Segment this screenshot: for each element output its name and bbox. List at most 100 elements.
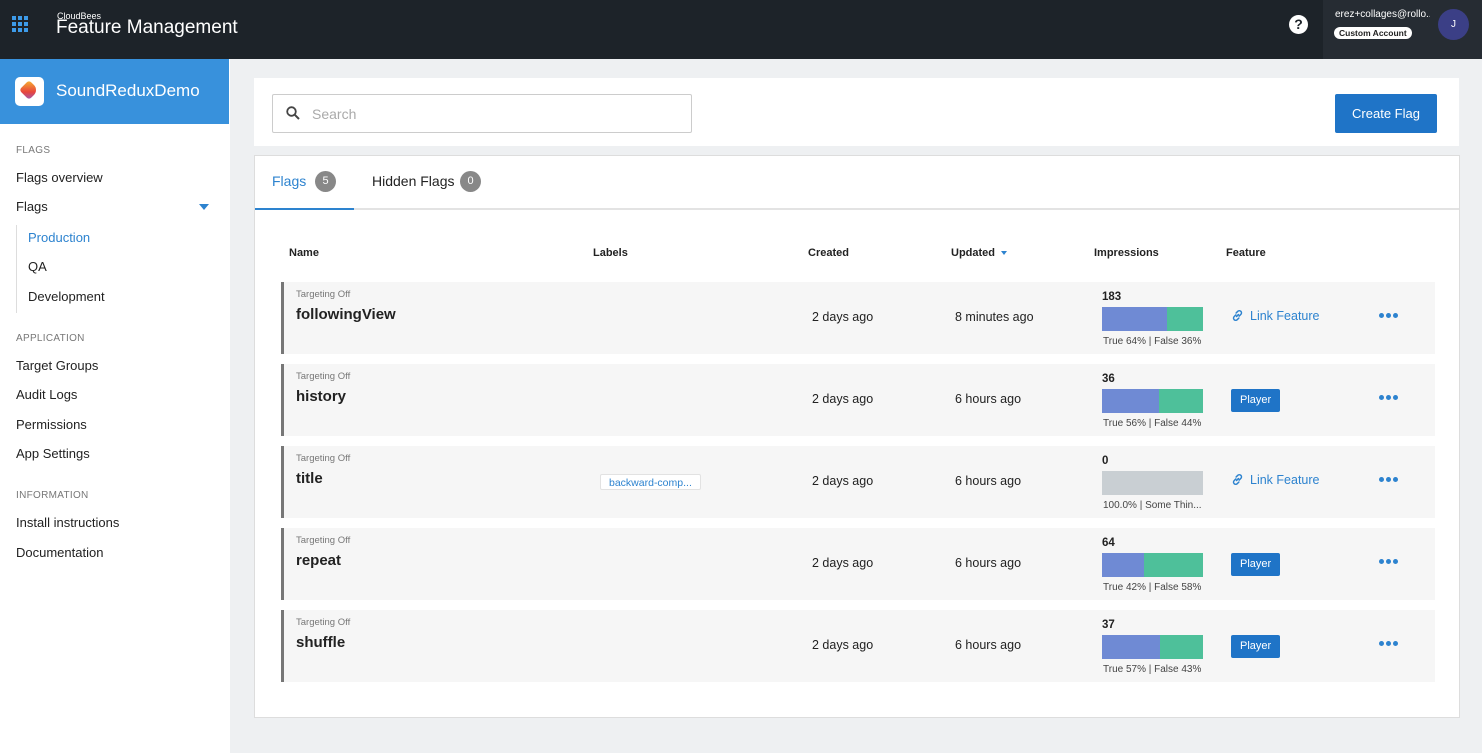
- active-tab-indicator: [255, 208, 354, 210]
- search-icon: [286, 106, 300, 120]
- impressions-count: 183: [1102, 291, 1122, 303]
- link-feature-button[interactable]: Link Feature: [1231, 473, 1319, 487]
- app-switcher-grid-icon[interactable]: [12, 16, 28, 32]
- impressions-breakdown: True 42% | False 58%: [1103, 582, 1202, 593]
- impressions-bar: [1102, 553, 1203, 577]
- created-date: 2 days ago: [812, 474, 874, 488]
- created-date: 2 days ago: [812, 638, 874, 652]
- sidebar-item-target-groups[interactable]: Target Groups: [16, 358, 98, 373]
- impressions-bar: [1102, 635, 1203, 659]
- flag-name[interactable]: title: [296, 470, 323, 487]
- flag-row[interactable]: Targeting Off followingView 2 days ago 8 mi…: [281, 282, 1435, 354]
- column-header-created[interactable]: Created: [808, 247, 849, 259]
- more-options-icon[interactable]: [1379, 473, 1401, 487]
- impressions-true-segment: [1102, 553, 1145, 577]
- flag-name[interactable]: repeat: [296, 552, 341, 569]
- feature-chip[interactable]: Player: [1231, 389, 1281, 412]
- impressions-bar: [1102, 471, 1203, 495]
- search-box[interactable]: [272, 94, 692, 133]
- label-chip[interactable]: backward-comp...: [600, 474, 701, 490]
- sidebar-item-flags[interactable]: Flags: [16, 199, 48, 214]
- impressions-true-segment: [1102, 389, 1159, 413]
- sidebar-item-permissions[interactable]: Permissions: [16, 417, 87, 432]
- tab-flags[interactable]: Flags 5: [255, 156, 354, 210]
- sidebar-item-production[interactable]: Production: [28, 230, 90, 245]
- updated-date: 6 hours ago: [955, 474, 1022, 488]
- column-header-name[interactable]: Name: [289, 247, 319, 259]
- impressions-bar: [1102, 389, 1203, 413]
- sidebar-item-app-settings[interactable]: App Settings: [16, 446, 90, 461]
- account-badge: Custom Account: [1334, 27, 1412, 39]
- link-icon: [1232, 310, 1243, 321]
- flag-row[interactable]: Targeting Off title backward-comp... 2 days…: [281, 446, 1435, 518]
- flag-row[interactable]: Targeting Off history 2 days ago 6 hours ag…: [281, 364, 1435, 436]
- sidebar-item-install-instructions[interactable]: Install instructions: [16, 515, 119, 530]
- section-heading-flags: FLAGS: [16, 145, 51, 156]
- app-selector[interactable]: SoundReduxDemo: [0, 59, 229, 124]
- app-logo-icon: [15, 77, 44, 106]
- section-heading-information: INFORMATION: [16, 490, 89, 501]
- feature-chip[interactable]: Player: [1231, 635, 1281, 658]
- tab-flags-label: Flags: [272, 173, 307, 189]
- chevron-down-icon[interactable]: [199, 204, 209, 210]
- more-options-icon[interactable]: [1379, 309, 1401, 323]
- sidebar-item-documentation[interactable]: Documentation: [16, 545, 103, 560]
- account-menu[interactable]: erez+collages@rollo... Custom Account J: [1323, 0, 1482, 59]
- impressions-true-segment: [1102, 307, 1167, 331]
- environment-divider: [16, 225, 17, 313]
- tab-hidden-flags-label: Hidden Flags: [372, 173, 455, 189]
- app-name: SoundReduxDemo: [56, 81, 200, 100]
- sidebar-item-flags-overview[interactable]: Flags overview: [16, 170, 103, 185]
- updated-date: 6 hours ago: [955, 638, 1022, 652]
- link-feature-label: Link Feature: [1250, 473, 1320, 487]
- targeting-status: Targeting Off: [296, 535, 351, 546]
- account-email: erez+collages@rollo...: [1335, 9, 1430, 20]
- brand-product[interactable]: Feature Management: [56, 17, 238, 39]
- help-icon[interactable]: ?: [1289, 15, 1308, 34]
- created-date: 2 days ago: [812, 310, 874, 324]
- impressions-breakdown: True 56% | False 44%: [1103, 418, 1202, 429]
- column-header-updated-label: Updated: [951, 247, 995, 259]
- flags-panel: Flags 5 Hidden Flags 0 Name Labels Creat…: [254, 155, 1460, 718]
- tab-hidden-flags-count: 0: [460, 171, 481, 192]
- sidebar-item-development[interactable]: Development: [28, 289, 105, 304]
- flag-name[interactable]: history: [296, 388, 346, 405]
- impressions-true-segment: [1102, 635, 1160, 659]
- flag-row[interactable]: Targeting Off repeat 2 days ago 6 hours ago…: [281, 528, 1435, 600]
- search-input[interactable]: [312, 104, 682, 124]
- flag-name[interactable]: shuffle: [296, 634, 345, 651]
- sidebar: SoundReduxDemo FLAGS Flags overview Flag…: [0, 59, 230, 753]
- column-header-labels: Labels: [593, 247, 628, 259]
- impressions-count: 36: [1102, 373, 1115, 385]
- impressions-breakdown: True 64% | False 36%: [1103, 336, 1202, 347]
- flag-name[interactable]: followingView: [296, 306, 396, 323]
- targeting-status: Targeting Off: [296, 617, 351, 628]
- impressions-count: 0: [1102, 455, 1109, 467]
- column-header-updated[interactable]: Updated: [951, 247, 1007, 259]
- column-header-feature: Feature: [1226, 247, 1266, 259]
- more-options-icon[interactable]: [1379, 555, 1401, 569]
- sidebar-item-audit-logs[interactable]: Audit Logs: [16, 387, 77, 402]
- flag-row[interactable]: Targeting Off shuffle 2 days ago 6 hours ag…: [281, 610, 1435, 682]
- updated-date: 8 minutes ago: [955, 310, 1034, 324]
- updated-date: 6 hours ago: [955, 392, 1022, 406]
- impressions-count: 37: [1102, 619, 1115, 631]
- impressions-breakdown: 100.0% | Some Thin...: [1103, 500, 1202, 511]
- link-feature-label: Link Feature: [1250, 309, 1320, 323]
- create-flag-button[interactable]: Create Flag: [1335, 94, 1437, 133]
- more-options-icon[interactable]: [1379, 637, 1401, 651]
- targeting-status: Targeting Off: [296, 453, 351, 464]
- top-bar: CloudBees Feature Management ? erez+coll…: [0, 0, 1482, 59]
- column-header-impressions: Impressions: [1094, 247, 1159, 259]
- link-feature-button[interactable]: Link Feature: [1231, 309, 1319, 323]
- section-heading-application: APPLICATION: [16, 333, 85, 344]
- more-options-icon[interactable]: [1379, 391, 1401, 405]
- tab-flags-count: 5: [315, 171, 336, 192]
- feature-chip[interactable]: Player: [1231, 553, 1281, 576]
- impressions-count: 64: [1102, 537, 1115, 549]
- tab-hidden-flags[interactable]: Hidden Flags 0: [355, 156, 490, 210]
- sidebar-item-qa[interactable]: QA: [28, 259, 47, 274]
- updated-date: 6 hours ago: [955, 556, 1022, 570]
- avatar[interactable]: J: [1438, 9, 1469, 40]
- created-date: 2 days ago: [812, 392, 874, 406]
